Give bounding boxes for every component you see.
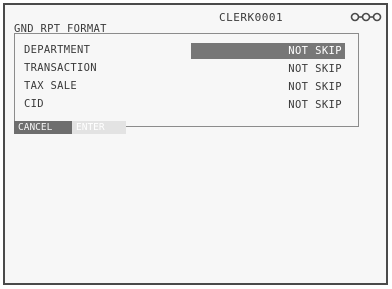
row-label: TRANSACTION [24, 62, 97, 74]
row-label: CID [24, 98, 44, 110]
clerk-id: CLERK0001 [219, 11, 284, 24]
row-label: DEPARTMENT [24, 44, 91, 56]
row-label: TAX SALE [24, 80, 77, 92]
enter-button[interactable]: ENTER [72, 121, 126, 134]
row-value[interactable]: NOT SKIP [191, 43, 345, 59]
row-department[interactable]: DEPARTMENT NOT SKIP [24, 43, 349, 59]
row-transaction[interactable]: TRANSACTION NOT SKIP [24, 61, 349, 77]
row-cid[interactable]: CID NOT SKIP [24, 97, 349, 113]
row-value[interactable]: NOT SKIP [191, 79, 345, 95]
row-tax-sale[interactable]: TAX SALE NOT SKIP [24, 79, 349, 95]
cancel-button[interactable]: CANCEL [14, 121, 76, 134]
row-value[interactable]: NOT SKIP [191, 61, 345, 77]
row-value[interactable]: NOT SKIP [191, 97, 345, 113]
pos-screen: CLERK0001 GND RPT FORMAT DEPARTMENT NOT … [3, 3, 388, 285]
connection-icon [350, 12, 382, 22]
